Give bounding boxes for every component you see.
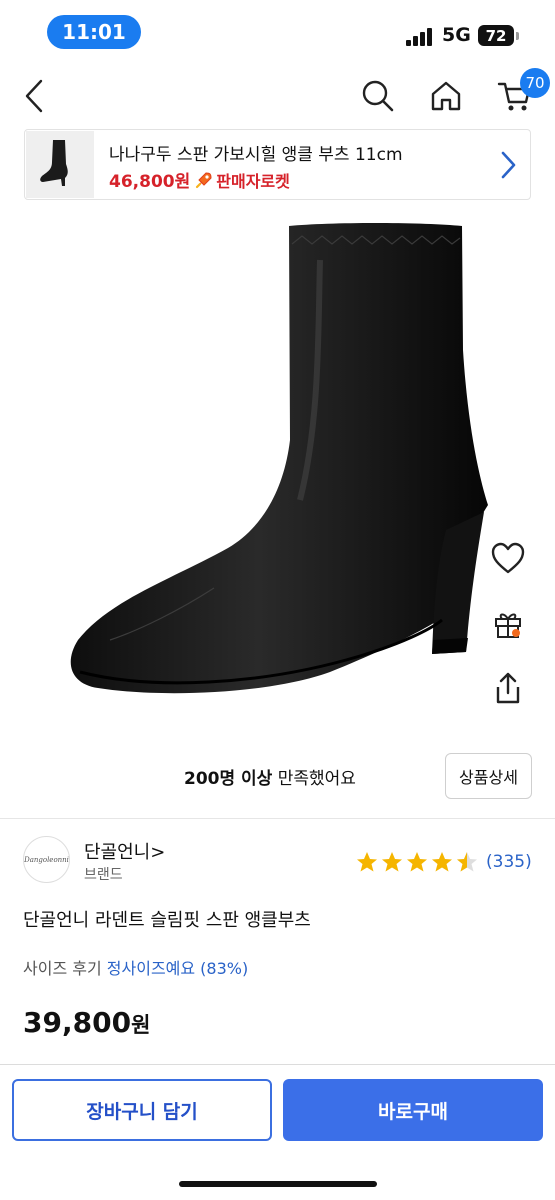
- buy-now-button[interactable]: 바로구매: [283, 1079, 543, 1141]
- brand-sub-label: 브랜드: [84, 867, 123, 883]
- summary-thumbnail: [26, 131, 94, 198]
- add-to-cart-button[interactable]: 장바구니 담기: [12, 1079, 272, 1141]
- share-icon[interactable]: [488, 668, 528, 708]
- summary-price: 46,800원: [109, 172, 191, 192]
- rating-stars[interactable]: (335): [355, 850, 532, 874]
- brand-logo[interactable]: Dangoleonni: [23, 836, 70, 883]
- battery-icon: 72: [478, 25, 514, 46]
- satisfaction-text: 200명 이상 만족했어요: [184, 764, 356, 789]
- review-count[interactable]: (335): [486, 852, 532, 872]
- star-full-icon: [407, 852, 427, 872]
- star-full-icon: [432, 852, 452, 872]
- status-bar: 11:01 5G 72: [0, 0, 555, 62]
- star-half-icon: [457, 852, 477, 872]
- bottom-action-bar: 장바구니 담기 바로구매: [0, 1064, 555, 1200]
- network-label: 5G: [442, 24, 471, 46]
- top-nav: [0, 66, 555, 128]
- signal-icon: [406, 28, 434, 46]
- satisfaction-count: 200명 이상: [184, 769, 273, 789]
- satisfaction-label: 만족했어요: [272, 769, 356, 789]
- battery-tip: [516, 32, 519, 40]
- summary-title: 나나구두 스판 가보시힐 앵클 부츠 11cm: [109, 145, 403, 165]
- back-icon[interactable]: [16, 74, 52, 118]
- search-icon[interactable]: [358, 76, 398, 116]
- home-icon[interactable]: [426, 76, 466, 116]
- star-full-icon: [357, 852, 377, 872]
- price-number: 39,800: [23, 1006, 132, 1039]
- heart-icon[interactable]: [488, 538, 528, 578]
- size-review-value: 정사이즈예요 (83%): [106, 959, 249, 978]
- price-unit: 원: [131, 1013, 151, 1037]
- product-summary-banner[interactable]: 나나구두 스판 가보시힐 앵클 부츠 11cm 46,800원 판매자로켓: [24, 129, 531, 200]
- product-detail-button[interactable]: 상품상세: [445, 753, 532, 799]
- size-review[interactable]: 사이즈 후기 정사이즈예요 (83%): [23, 955, 248, 979]
- home-indicator: [179, 1181, 377, 1187]
- product-name: 단골언니 라덴트 슬림핏 스판 앵클부츠: [23, 910, 311, 931]
- size-review-label: 사이즈 후기: [23, 959, 102, 978]
- seller-rocket-label: 판매자로켓: [216, 171, 290, 191]
- gift-icon[interactable]: [488, 604, 528, 644]
- brand-name-link[interactable]: 단골언니>: [84, 838, 165, 864]
- product-price: 39,800원: [23, 1006, 150, 1039]
- brand-logo-text: Dangoleonni: [24, 855, 69, 864]
- cart-count-badge: 70: [520, 68, 550, 98]
- star-full-icon: [382, 852, 402, 872]
- rocket-icon: [194, 170, 214, 190]
- status-time: 11:01: [47, 15, 141, 49]
- summary-price-row: 46,800원 판매자로켓: [109, 167, 290, 193]
- chevron-right-icon[interactable]: [495, 148, 521, 182]
- section-divider: [0, 818, 555, 819]
- product-main-image[interactable]: [0, 200, 555, 760]
